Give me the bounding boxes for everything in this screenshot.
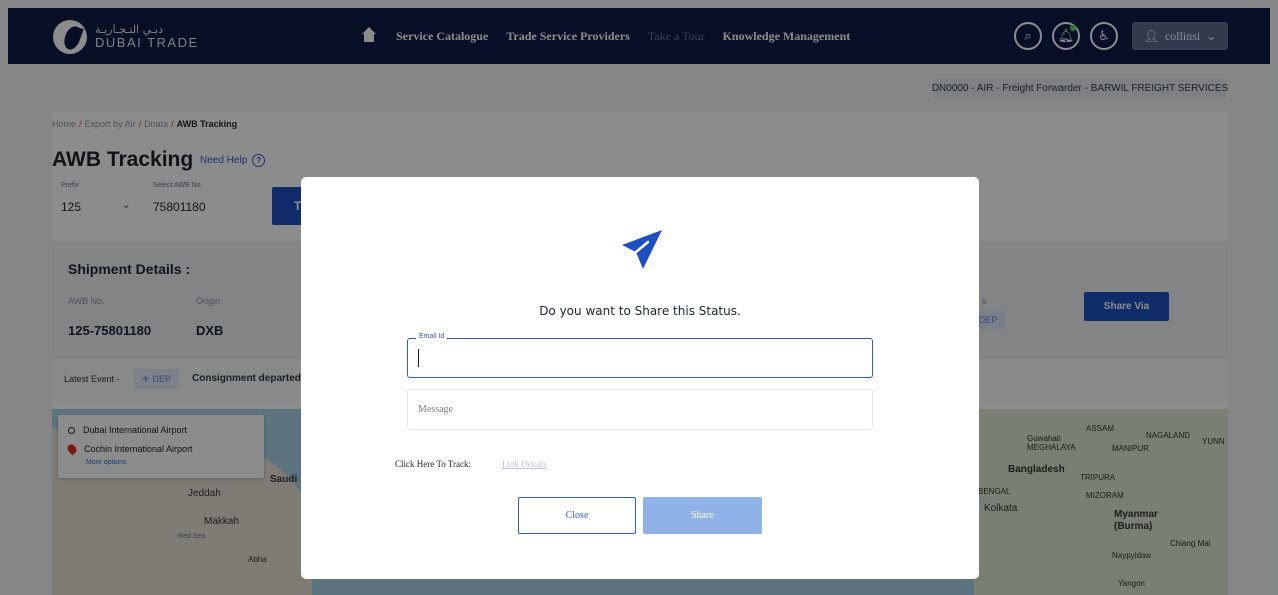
close-button[interactable]: Close (518, 497, 636, 534)
email-label: Email Id (416, 333, 448, 340)
message-field[interactable] (407, 389, 873, 430)
share-status-modal: Do you want to Share this Status. Email … (301, 177, 979, 579)
track-link-label: Click Here To Track: (395, 459, 471, 469)
share-button[interactable]: Share (643, 497, 762, 534)
email-input[interactable] (418, 349, 858, 367)
message-input[interactable] (418, 398, 858, 420)
modal-title: Do you want to Share this Status. (539, 304, 741, 318)
email-field[interactable]: Email Id (407, 333, 873, 378)
send-icon (622, 230, 662, 269)
link-details-link[interactable]: Link Details (502, 459, 547, 469)
